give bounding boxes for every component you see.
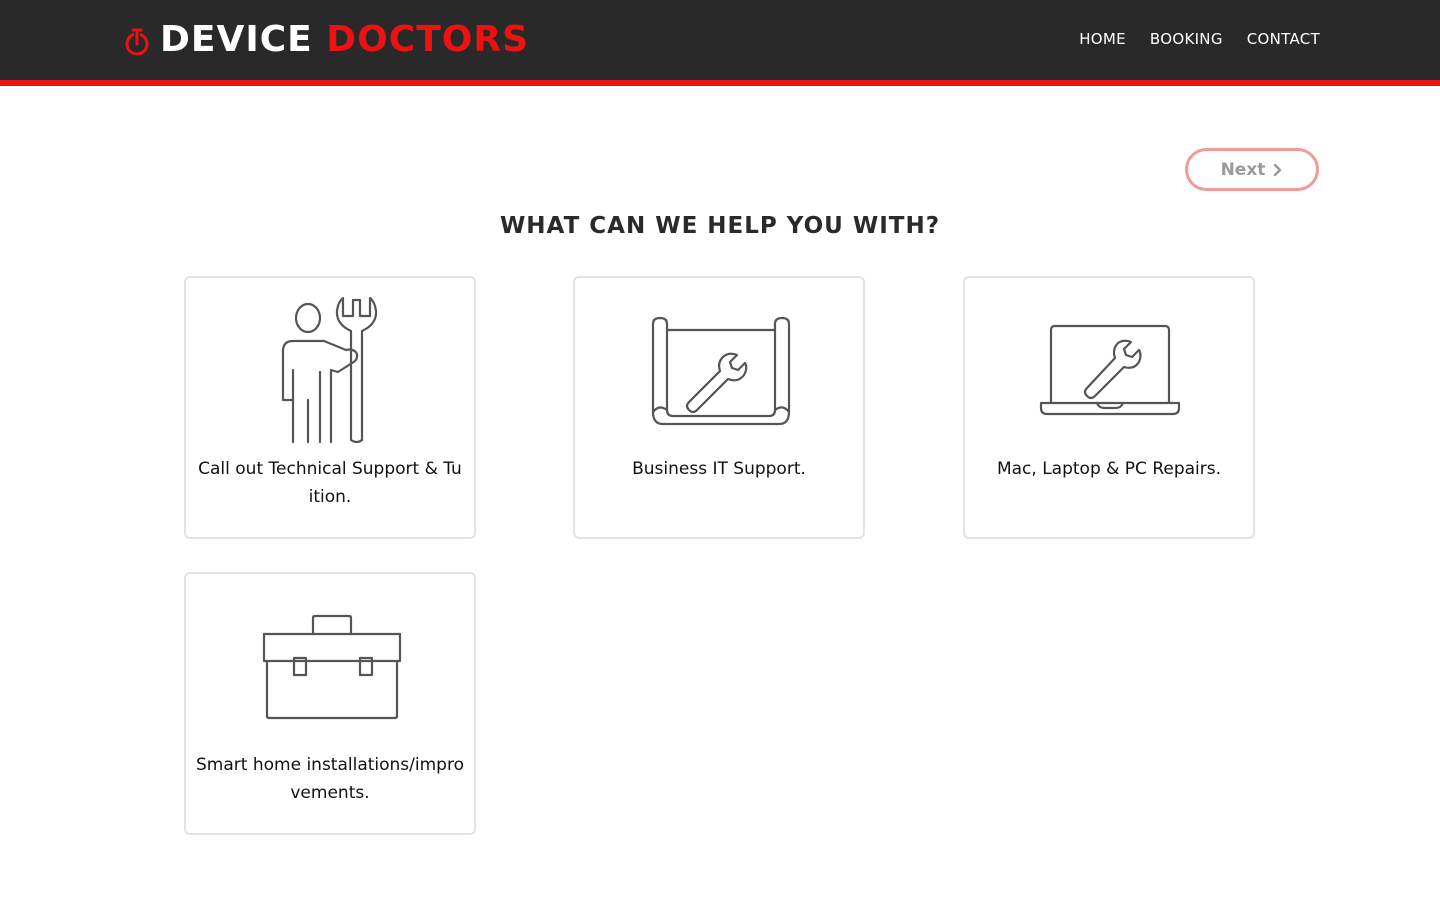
header-accent-stripe [0,80,1440,86]
service-card-smart-home[interactable]: Smart home installations/improvements. [184,572,476,835]
service-card-label: Business IT Support. [632,459,806,479]
service-card-mac-laptop-pc[interactable]: Mac, Laptop & PC Repairs. [963,276,1255,539]
brand-logo[interactable]: DEVICE DOCTORS [122,18,529,62]
page-title: WHAT CAN WE HELP YOU WITH? [499,213,941,239]
nav-contact-link[interactable]: CONTACT [1247,29,1320,49]
service-card-business-it[interactable]: Business IT Support. [573,276,865,539]
brand-name-first: DEVICE [160,19,313,60]
power-icon [125,28,149,55]
site-header: DEVICE DOCTORS HOME BOOKING CONTACT [0,0,1440,80]
blueprint-wrench-icon [651,316,791,426]
next-button-label: Next [1220,159,1266,180]
service-card-label: Smart home installations/improvements. [196,755,464,803]
service-card-callout-support[interactable]: Call out Technical Support & Tuition. [184,276,476,539]
main-nav: HOME BOOKING CONTACT [1079,29,1320,49]
technician-wrench-icon [281,296,378,444]
service-card-label: Mac, Laptop & PC Repairs. [996,459,1222,479]
laptop-wrench-icon [1039,324,1181,416]
chevron-right-icon [1274,163,1282,176]
nav-home-link[interactable]: HOME [1079,29,1126,49]
brand-name-second: DOCTORS [326,19,530,60]
next-button[interactable]: Next [1185,148,1319,191]
service-card-label: Call out Technical Support & Tuition. [198,459,462,507]
nav-booking-link[interactable]: BOOKING [1150,29,1223,49]
toolbox-icon [262,614,402,720]
